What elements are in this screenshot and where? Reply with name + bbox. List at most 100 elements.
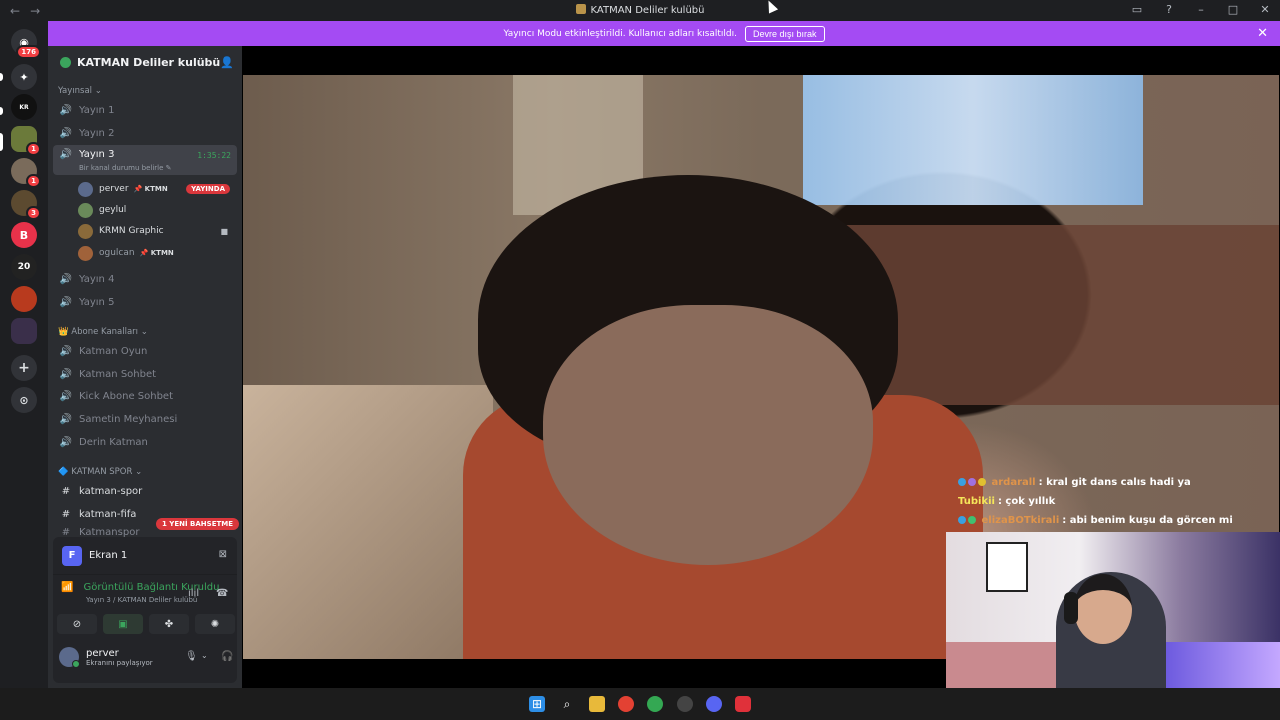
category-yayinsal[interactable]: Yayınsal ⌄ bbox=[58, 86, 102, 96]
avatar bbox=[59, 647, 80, 668]
camera-off-button[interactable]: ⊘ bbox=[57, 614, 97, 634]
stop-screen-icon[interactable]: ⊠ bbox=[219, 549, 227, 560]
new-mention-badge[interactable]: 1 YENİ BAHSETME bbox=[156, 518, 240, 530]
speaker-icon: 🔊 bbox=[59, 413, 73, 425]
file-explorer-icon[interactable] bbox=[589, 696, 605, 712]
home-badge: 176 bbox=[16, 45, 41, 59]
taskbar: ⊞ ⌕ bbox=[0, 688, 1280, 720]
streamer-mode-banner: Yayıncı Modu etkinleştirildi. Kullanıcı … bbox=[48, 21, 1280, 46]
camera-off-icon: ⊘ bbox=[72, 618, 82, 630]
chat-message: ardarall: kral git dans calıs hadi ya bbox=[958, 477, 1278, 488]
speaker-icon: 🔊 bbox=[59, 390, 73, 402]
chat-user: elizaBOTkirali bbox=[981, 515, 1060, 526]
selected-pill bbox=[0, 133, 3, 151]
badge-icon bbox=[968, 478, 976, 486]
channel-samet[interactable]: 🔊 Sametin Meyhanesi bbox=[53, 409, 237, 429]
channel-status[interactable]: Bir kanal durumu belirle ✎ bbox=[79, 164, 172, 172]
chat-user: ardarall bbox=[991, 477, 1036, 488]
minimize-icon[interactable]: – bbox=[1194, 3, 1208, 16]
hashtag-icon: # bbox=[61, 526, 71, 538]
verified-icon bbox=[60, 56, 71, 68]
headset bbox=[1064, 592, 1078, 624]
voice-member[interactable]: KRMN Graphic ■ bbox=[78, 221, 234, 241]
screen-share-button[interactable]: ▣ bbox=[103, 614, 143, 634]
guild-krafton[interactable]: KR bbox=[11, 94, 37, 120]
guild-7[interactable] bbox=[11, 286, 37, 312]
speaker-icon: 🔊 bbox=[59, 127, 73, 139]
noise-suppression-icon[interactable]: ılıl bbox=[188, 588, 199, 599]
maximize-icon[interactable]: □ bbox=[1226, 3, 1240, 16]
member-tag: 📌 KTMN bbox=[133, 185, 168, 193]
chat-text: : kral git dans calıs hadi ya bbox=[1038, 477, 1191, 488]
user-area[interactable]: perver Ekranını paylaşıyor bbox=[59, 647, 153, 668]
server-name: KATMAN Deliler kulübü bbox=[77, 55, 221, 69]
inbox-icon[interactable]: ▭ bbox=[1130, 3, 1144, 16]
soundboard-button[interactable]: ✺ bbox=[195, 614, 235, 634]
connection-location[interactable]: Yayın 3 / KATMAN Deliler kulübü bbox=[86, 596, 197, 604]
voice-member[interactable]: perver 📌 KTMN YAYINDA bbox=[78, 179, 234, 199]
guild-6[interactable]: 20 bbox=[11, 254, 37, 280]
disconnect-icon[interactable]: ☎ bbox=[216, 588, 228, 599]
unread-pill bbox=[0, 107, 3, 115]
channel-katman-sohbet[interactable]: 🔊 Katman Sohbet bbox=[53, 364, 237, 384]
category-abone[interactable]: 👑 Abone Kanalları ⌄ bbox=[58, 327, 148, 337]
close-icon[interactable]: ✕ bbox=[1257, 26, 1268, 41]
webcam-subject bbox=[1074, 574, 1132, 644]
home-button[interactable]: ◉ 176 bbox=[11, 29, 41, 59]
guild-3[interactable]: 1 bbox=[11, 158, 41, 188]
server-header[interactable]: KATMAN Deliler kulübü ⌄ 👤 bbox=[48, 46, 242, 78]
channel-yayin-3[interactable]: 🔊 Yayın 3 1:35:22 Bir kanal durumu belirl… bbox=[53, 145, 237, 175]
screen-share-icon: ▣ bbox=[118, 618, 128, 630]
chevron-down-icon[interactable]: ⌄ bbox=[201, 651, 208, 660]
close-window-icon[interactable]: ✕ bbox=[1258, 3, 1272, 16]
screen-name: Ekran 1 bbox=[89, 550, 128, 561]
chat-text: : çok yıllık bbox=[997, 496, 1056, 507]
category-spor[interactable]: 🔷 KATMAN SPOR ⌄ bbox=[58, 467, 142, 477]
badge-icon bbox=[958, 516, 966, 524]
activities-icon: ✤ bbox=[164, 618, 174, 630]
discord-taskbar-icon[interactable] bbox=[706, 696, 722, 712]
voice-member[interactable]: geylul bbox=[78, 200, 234, 220]
speaker-icon: 🔊 bbox=[59, 104, 73, 116]
guild-1[interactable]: ✦ bbox=[11, 64, 37, 90]
badge-icon bbox=[968, 516, 976, 524]
screen-share-row[interactable]: F Ekran 1 ⊠ bbox=[53, 537, 237, 575]
help-icon[interactable]: ? bbox=[1162, 3, 1176, 16]
channel-yayin-4[interactable]: 🔊 Yayın 4 bbox=[53, 269, 237, 289]
channel-katman-spor[interactable]: # katman-spor bbox=[53, 481, 237, 501]
chrome-icon[interactable] bbox=[647, 696, 663, 712]
activities-button[interactable]: ✤ bbox=[149, 614, 189, 634]
speaker-icon: 🔊 bbox=[59, 436, 73, 448]
start-icon[interactable]: ⊞ bbox=[529, 696, 545, 712]
channel-yayin-1[interactable]: 🔊 Yayın 1 bbox=[53, 100, 237, 120]
chrome-icon[interactable] bbox=[618, 696, 634, 712]
guild-badge: 1 bbox=[26, 142, 41, 156]
guild-5[interactable]: B bbox=[11, 222, 37, 248]
headphones-icon[interactable]: 🎧 bbox=[221, 651, 233, 662]
banner-text: Yayıncı Modu etkinleştirildi. Kullanıcı … bbox=[503, 28, 738, 39]
app-icon[interactable] bbox=[677, 696, 693, 712]
server-folder[interactable] bbox=[11, 318, 37, 344]
voice-member[interactable]: ogulcan 📌 KTMN bbox=[78, 243, 234, 263]
search-icon[interactable]: ⌕ bbox=[559, 696, 575, 712]
member-tag: 📌 KTMN bbox=[139, 249, 174, 257]
guild-4[interactable]: 3 bbox=[11, 190, 41, 220]
add-server-icon[interactable]: + bbox=[11, 355, 37, 381]
invite-user-icon[interactable]: 👤 bbox=[220, 56, 234, 69]
channel-katman-oyun[interactable]: 🔊 Katman Oyun bbox=[53, 341, 237, 361]
guild-katman[interactable]: 1 bbox=[11, 126, 41, 156]
channel-kick-abone[interactable]: 🔊 Kick Abone Sohbet bbox=[53, 386, 237, 406]
hashtag-icon: # bbox=[61, 508, 71, 520]
channel-derin[interactable]: 🔊 Derin Katman bbox=[53, 432, 237, 452]
channel-yayin-5[interactable]: 🔊 Yayın 5 bbox=[53, 292, 237, 312]
badge-icon bbox=[978, 478, 986, 486]
camera-icon: ■ bbox=[220, 226, 228, 236]
video-background bbox=[843, 225, 1279, 405]
discover-icon[interactable]: ⊙ bbox=[11, 387, 37, 413]
speaker-icon: 🔊 bbox=[59, 296, 73, 308]
app-icon[interactable] bbox=[735, 696, 751, 712]
window-title: KATMAN Deliler kulübü bbox=[0, 4, 1280, 16]
microphone-icon[interactable]: 🎙 bbox=[185, 651, 198, 662]
channel-yayin-2[interactable]: 🔊 Yayın 2 bbox=[53, 123, 237, 143]
disable-streamer-mode-button[interactable]: Devre dışı bırak bbox=[745, 25, 825, 42]
